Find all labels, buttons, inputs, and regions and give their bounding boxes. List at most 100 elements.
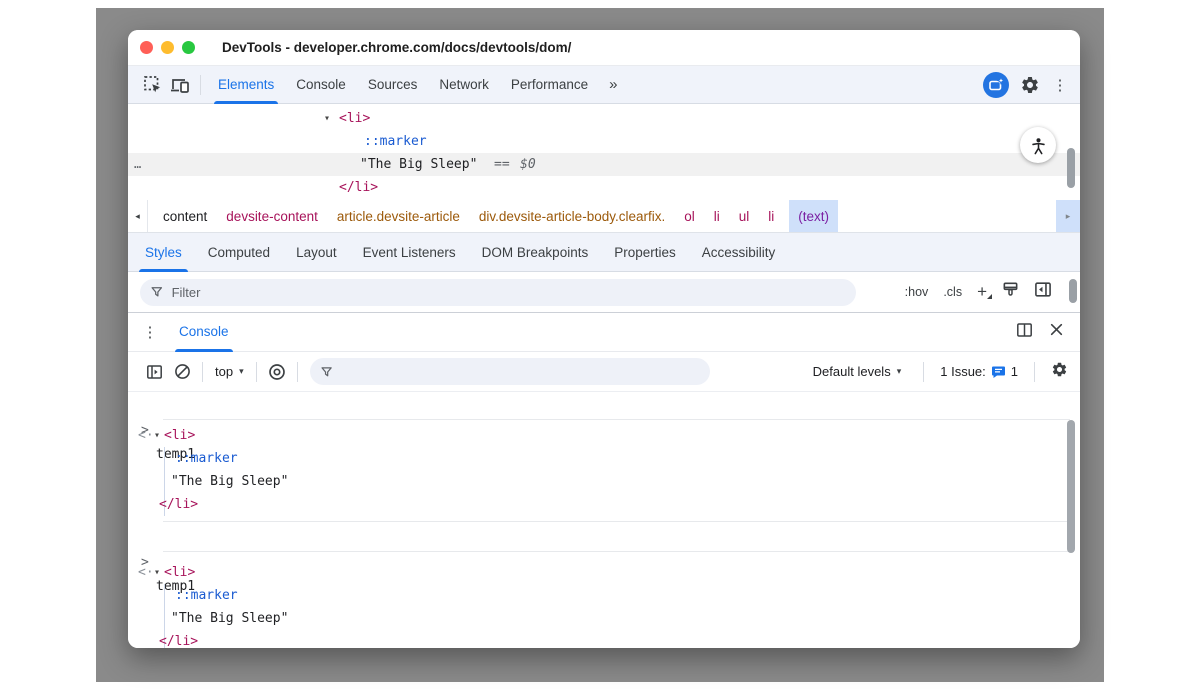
styles-tab-bar: Styles Computed Layout Event Listeners D…	[128, 233, 1080, 272]
drawer-tab-console[interactable]: Console	[168, 312, 240, 352]
dom-node-li-close[interactable]: </li>	[128, 176, 1080, 199]
toggle-hover-state-button[interactable]: :hov	[905, 285, 929, 299]
split-panel-icon[interactable]	[1016, 322, 1033, 343]
inspect-element-icon[interactable]	[138, 71, 166, 99]
close-traffic-light[interactable]	[140, 41, 153, 54]
console-toolbar-separator	[256, 362, 257, 382]
console-command[interactable]: > temp1	[128, 527, 1080, 551]
window-title: DevTools - developer.chrome.com/docs/dev…	[222, 30, 571, 66]
console-toolbar: top ▾ Default levels ▾	[128, 352, 1080, 392]
marker-pseudo: ::marker	[175, 584, 238, 607]
styles-filter-row: :hov .cls +	[128, 272, 1080, 312]
expand-arrow-icon[interactable]: ▾	[154, 561, 160, 584]
elements-scrollbar-thumb[interactable]	[1067, 148, 1075, 188]
console-result-node[interactable]: <· ▾ <li> ::marker "The Big Sleep" </li>	[128, 557, 1080, 648]
issues-counter[interactable]: 1 Issue: 1	[940, 364, 1018, 379]
tab-network[interactable]: Network	[428, 66, 500, 104]
console-settings-gear-icon[interactable]	[1051, 361, 1068, 383]
tab-layout[interactable]: Layout	[283, 233, 350, 272]
console-command[interactable]: > temp1	[128, 395, 1080, 419]
dom-node-text-selected[interactable]: … "The Big Sleep" == $0	[128, 153, 1080, 176]
crumb-article[interactable]: article.devsite-article	[337, 200, 460, 232]
li-open-tag: <li>	[164, 424, 195, 447]
filter-funnel-icon	[150, 285, 164, 299]
console-filter-input-box[interactable]	[310, 358, 710, 385]
console-messages: > temp1 <· ▾ <li> ::marker "The Big Slee…	[128, 392, 1080, 648]
devtools-window: DevTools - developer.chrome.com/docs/dev…	[128, 30, 1080, 648]
tab-sources[interactable]: Sources	[357, 66, 429, 104]
issues-label: 1 Issue:	[940, 364, 986, 379]
close-drawer-icon[interactable]	[1049, 322, 1064, 342]
issues-message-icon	[991, 365, 1006, 379]
expand-arrow-icon[interactable]: ▾	[154, 424, 160, 447]
tab-performance[interactable]: Performance	[500, 66, 599, 104]
accessibility-fab-button[interactable]	[1020, 127, 1056, 163]
clear-console-icon[interactable]	[168, 358, 196, 386]
console-toolbar-separator	[923, 362, 924, 382]
crumb-devsite-content[interactable]: devsite-content	[226, 200, 318, 232]
device-toolbar-glyph	[170, 76, 190, 94]
tab-dom-breakpoints[interactable]: DOM Breakpoints	[469, 233, 602, 272]
minimize-traffic-light[interactable]	[161, 41, 174, 54]
console-sidebar-toggle-icon[interactable]	[140, 358, 168, 386]
console-result-node[interactable]: <· ▾ <li> ::marker "The Big Sleep" </li>	[128, 420, 1080, 521]
breadcrumb-forward-icon[interactable]: ▸	[1054, 200, 1080, 232]
zoom-traffic-light[interactable]	[182, 41, 195, 54]
tab-styles[interactable]: Styles	[132, 233, 195, 272]
tab-computed[interactable]: Computed	[195, 233, 283, 272]
crumb-li-2[interactable]: li	[768, 200, 774, 232]
marker-pseudo: ::marker	[364, 130, 427, 153]
dom-breadcrumb-bar: ◂ content devsite-content article.devsit…	[128, 200, 1080, 233]
toolbar-separator	[200, 75, 201, 95]
text-node-value: "The Big Sleep"	[360, 153, 477, 176]
tab-properties[interactable]: Properties	[601, 233, 689, 272]
equals-sign: ==	[494, 153, 510, 176]
drawer-kebab-icon[interactable]: ⋮	[140, 323, 160, 341]
li-close-tag: </li>	[159, 493, 198, 516]
live-expression-eye-icon[interactable]	[263, 358, 291, 386]
console-filter-input[interactable]	[341, 364, 700, 379]
rendering-brush-icon[interactable]	[1002, 281, 1019, 303]
device-toolbar-icon[interactable]	[166, 71, 194, 99]
tab-event-listeners[interactable]: Event Listeners	[350, 233, 469, 272]
gear-glyph	[1051, 361, 1068, 378]
new-style-rule-button[interactable]: +	[977, 284, 987, 300]
console-toolbar-separator	[1034, 362, 1035, 382]
caret-down-icon: ▾	[897, 366, 902, 377]
dom-node-li-open[interactable]: ▾ <li>	[128, 107, 1080, 130]
tab-accessibility[interactable]: Accessibility	[689, 233, 789, 272]
tab-elements[interactable]: Elements	[207, 66, 285, 104]
ai-assistance-glyph	[983, 72, 1009, 98]
console-scrollbar-thumb[interactable]	[1067, 420, 1075, 553]
menu-kebab-icon[interactable]: ⋮	[1050, 71, 1070, 99]
default-levels-dropdown[interactable]: Default levels ▾	[807, 364, 908, 379]
settings-gear-icon[interactable]	[1016, 71, 1044, 99]
crumb-ul[interactable]: ul	[739, 200, 750, 232]
dom-node-marker[interactable]: ::marker	[128, 130, 1080, 153]
styles-scrollbar-thumb[interactable]	[1069, 279, 1077, 303]
levels-label: Default levels	[813, 364, 891, 379]
issues-count: 1	[1011, 364, 1018, 379]
context-label: top	[215, 364, 233, 379]
crumb-article-body[interactable]: div.devsite-article-body.clearfix.	[479, 200, 665, 232]
message-divider	[163, 551, 1070, 552]
execution-context-selector[interactable]: top ▾	[209, 364, 250, 379]
crumb-ol[interactable]: ol	[684, 200, 695, 232]
page: DevTools - developer.chrome.com/docs/dev…	[0, 0, 1200, 690]
marker-pseudo: ::marker	[175, 447, 238, 470]
toggle-element-classes-button[interactable]: .cls	[943, 285, 962, 299]
expand-arrow-icon[interactable]: ▾	[324, 107, 330, 130]
styles-filter-input-box[interactable]	[140, 279, 856, 306]
li-open-tag: <li>	[164, 561, 195, 584]
window-titlebar: DevTools - developer.chrome.com/docs/dev…	[128, 30, 1080, 66]
ai-assistance-button[interactable]	[982, 71, 1010, 99]
tab-console[interactable]: Console	[285, 66, 357, 104]
crumb-text-node-selected[interactable]: (text)	[789, 200, 838, 232]
more-tabs-icon[interactable]: »	[599, 76, 626, 93]
show-sidebar-panel-icon[interactable]	[1034, 281, 1052, 303]
console-toolbar-separator	[297, 362, 298, 382]
styles-filter-input[interactable]	[172, 285, 846, 300]
filter-funnel-icon	[320, 365, 333, 379]
return-value-icon: <·	[138, 561, 154, 584]
crumb-li[interactable]: li	[714, 200, 720, 232]
